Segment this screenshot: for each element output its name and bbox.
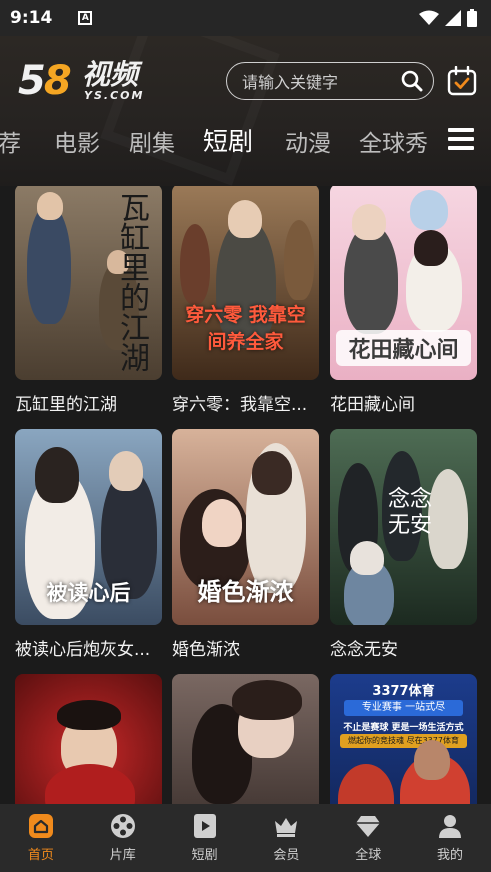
poster-image[interactable]: 瓦缸里的江湖 [15, 186, 162, 380]
card-9-ad[interactable]: 3377体育 专业赛事 一站式尽 不止是赛球 更是一场生活方式 燃起你的竞技魂 … [330, 674, 477, 804]
film-reel-icon [110, 814, 135, 838]
battery-icon [467, 9, 477, 27]
menu-icon[interactable] [448, 128, 474, 150]
card-title[interactable]: 穿六零：我靠空... [172, 390, 319, 415]
poster-image[interactable] [15, 674, 162, 804]
ad-line-3: 燃起你的竞技魂 尽在3377体育 [340, 734, 467, 748]
nav-label: 会员 [273, 848, 300, 863]
crown-icon [275, 818, 298, 837]
card-4[interactable]: 被读心后 被读心后炮灰女... [15, 429, 162, 660]
nav-library[interactable]: 片库 [82, 804, 164, 872]
poster-title-text: 穿六零 我靠空间养全家 [185, 304, 306, 353]
status-time: 9:14 [10, 8, 53, 28]
tab-movies[interactable]: 电影 [54, 124, 100, 158]
nav-label: 全球 [355, 848, 382, 863]
status-icons [419, 9, 477, 27]
poster-title-text: 被读心后 [46, 580, 131, 605]
logo-chinese: 视频 [82, 58, 139, 91]
tab-recommend[interactable]: 荐 [0, 124, 21, 158]
card-1[interactable]: 瓦缸里的江湖 瓦缸里的江湖 [15, 186, 162, 415]
nav-short-drama[interactable]: 短剧 [164, 804, 246, 872]
header: 58 视频 YS.COM 请输入关键字 荐 电影 剧集 短剧 动漫 全球秀 [0, 36, 491, 186]
poster-image[interactable] [172, 674, 319, 804]
card-title[interactable]: 婚色渐浓 [172, 635, 319, 660]
logo-number: 58 [18, 58, 72, 104]
tab-short-drama[interactable]: 短剧 [203, 122, 253, 158]
wifi-icon [419, 10, 439, 25]
ad-line-2: 不止是赛球 更是一场生活方式 [343, 723, 464, 733]
nav-label: 短剧 [191, 848, 218, 863]
poster-image[interactable]: 婚色渐浓 [172, 429, 319, 625]
status-bar: 9:14 A [0, 0, 491, 36]
drama-grid: 瓦缸里的江湖 瓦缸里的江湖 穿六零 我靠空间养全家 穿六零：我靠空... 花田藏… [0, 186, 491, 804]
category-tabs: 荐 电影 剧集 短剧 动漫 全球秀 [0, 120, 491, 164]
poster-image[interactable]: 3377体育 专业赛事 一站式尽 不止是赛球 更是一场生活方式 燃起你的竞技魂 … [330, 674, 477, 804]
poster-image[interactable]: 花田藏心间 [330, 186, 477, 380]
card-title[interactable]: 被读心后炮灰女... [15, 635, 162, 660]
card-8[interactable] [172, 674, 319, 804]
nav-global[interactable]: 全球 [327, 804, 409, 872]
card-3[interactable]: 花田藏心间 花田藏心间 [330, 186, 477, 415]
poster-image[interactable]: 念念无安 [330, 429, 477, 625]
nav-label: 我的 [437, 848, 464, 863]
notification-a-icon: A [78, 11, 93, 25]
bottom-nav: 首页 片库 短剧 会员 全球 我的 [0, 804, 491, 872]
nav-vip[interactable]: 会员 [245, 804, 327, 872]
play-icon [193, 814, 216, 838]
poster-title-text: 念念无安 [388, 487, 433, 538]
person-icon [439, 815, 462, 838]
tab-global-show[interactable]: 全球秀 [359, 124, 428, 158]
card-title[interactable]: 念念无安 [330, 635, 477, 660]
ad-brand: 3377体育 [372, 684, 435, 699]
card-title[interactable]: 瓦缸里的江湖 [15, 390, 162, 415]
poster-image[interactable]: 穿六零 我靠空间养全家 [172, 186, 319, 380]
logo-domain: YS.COM [84, 89, 145, 102]
home-icon [28, 814, 53, 838]
poster-title-text: 瓦缸里的江湖 [114, 192, 149, 372]
card-2[interactable]: 穿六零 我靠空间养全家 穿六零：我靠空... [172, 186, 319, 415]
search-icon[interactable] [401, 70, 423, 92]
app-screen: 9:14 A 58 视频 YS.COM 请输入关键字 荐 电影 剧集 短剧 动漫… [0, 0, 491, 872]
card-5[interactable]: 婚色渐浓 婚色渐浓 [172, 429, 319, 660]
nav-label: 首页 [27, 848, 54, 863]
tab-series[interactable]: 剧集 [129, 124, 175, 158]
nav-label: 片库 [109, 848, 136, 863]
poster-title-text: 婚色渐浓 [197, 577, 294, 606]
card-6[interactable]: 念念无安 念念无安 [330, 429, 477, 660]
search-input[interactable]: 请输入关键字 [226, 62, 434, 100]
nav-home[interactable]: 首页 [0, 804, 82, 872]
search-placeholder: 请输入关键字 [242, 73, 339, 92]
poster-title-text: 花田藏心间 [336, 330, 471, 366]
diamond-icon [356, 816, 381, 837]
calendar-icon[interactable] [447, 66, 477, 96]
nav-profile[interactable]: 我的 [409, 804, 491, 872]
poster-image[interactable]: 被读心后 [15, 429, 162, 625]
signal-icon [445, 10, 461, 26]
card-title[interactable]: 花田藏心间 [330, 390, 477, 415]
ad-line-1: 专业赛事 一站式尽 [344, 700, 463, 716]
app-logo[interactable]: 58 视频 YS.COM [18, 58, 178, 104]
tab-anime[interactable]: 动漫 [285, 124, 331, 158]
card-7[interactable] [15, 674, 162, 804]
